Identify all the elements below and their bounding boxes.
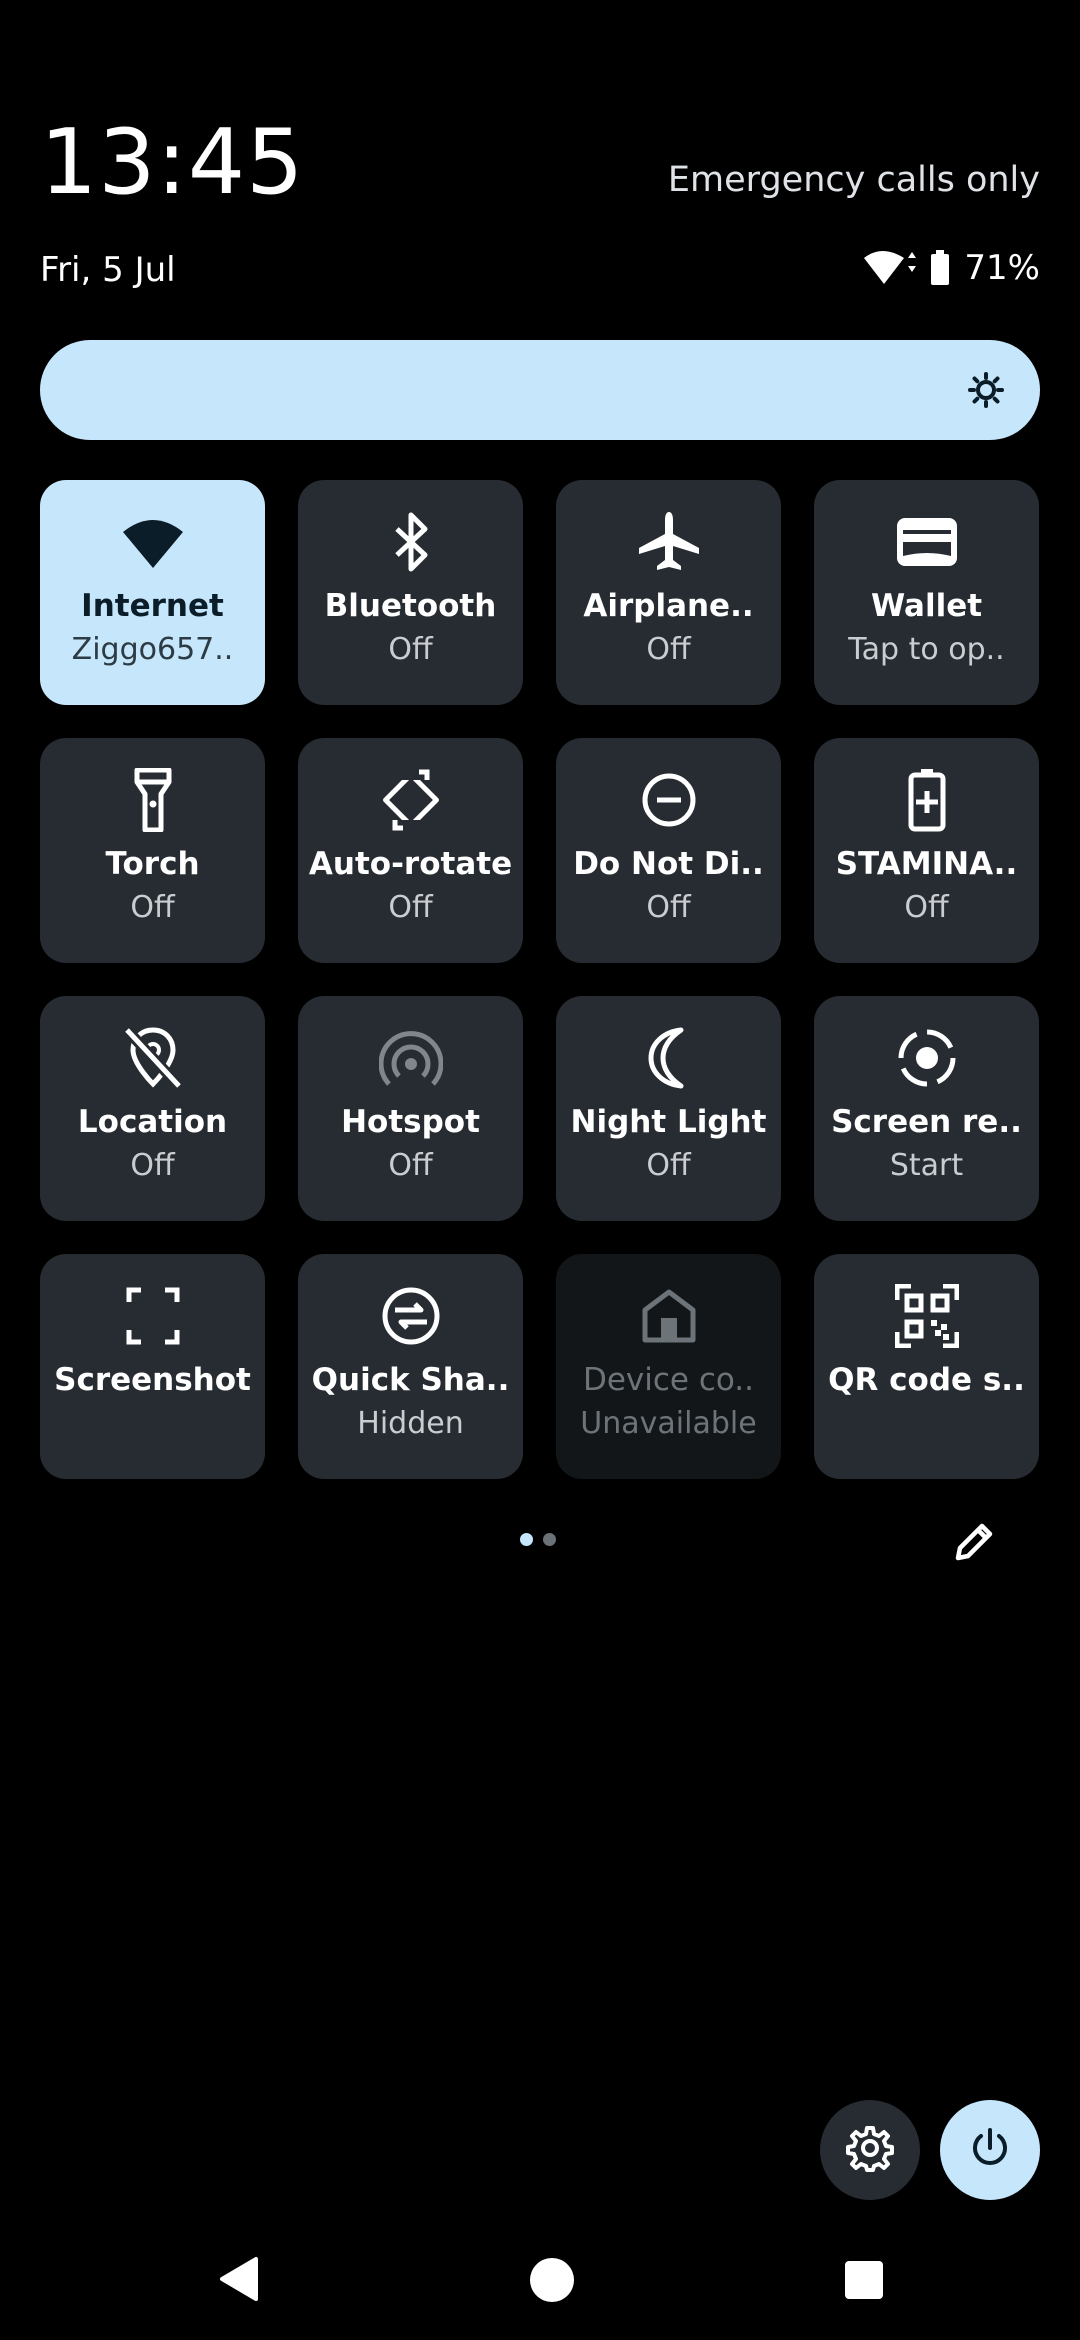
bluetooth-icon xyxy=(377,508,445,576)
carrier-status: Emergency calls only xyxy=(667,160,1040,200)
tile-label: Airplane.. xyxy=(583,588,754,624)
home-button[interactable] xyxy=(530,2258,574,2302)
clock: 13:45 xyxy=(40,110,305,215)
recent-apps-button[interactable] xyxy=(845,2261,883,2299)
tile-screenshot[interactable]: Screenshot xyxy=(40,1254,265,1479)
page-indicator xyxy=(520,1533,556,1546)
back-button[interactable] xyxy=(216,2255,260,2307)
tile-status: Hidden xyxy=(357,1406,464,1441)
tile-torch[interactable]: Torch Off xyxy=(40,738,265,963)
tile-quick-share[interactable]: Quick Sha.. Hidden xyxy=(298,1254,523,1479)
home-icon xyxy=(635,1282,703,1350)
page-dot-active xyxy=(520,1533,533,1546)
wallet-icon xyxy=(893,508,961,576)
tile-wallet[interactable]: Wallet Tap to op.. xyxy=(814,480,1039,705)
tile-qr-code-scanner[interactable]: QR code s.. xyxy=(814,1254,1039,1479)
tile-bluetooth[interactable]: Bluetooth Off xyxy=(298,480,523,705)
power-icon xyxy=(968,2126,1012,2174)
screenshot-icon xyxy=(119,1282,187,1350)
tile-status: Off xyxy=(388,632,433,667)
battery-icon xyxy=(930,250,950,286)
tile-label: QR code s.. xyxy=(828,1362,1025,1398)
tile-status: Off xyxy=(388,890,433,925)
tile-label: Location xyxy=(77,1104,228,1140)
tile-status: Tap to op.. xyxy=(848,632,1005,667)
brightness-slider[interactable] xyxy=(40,340,1040,440)
tile-label: Internet xyxy=(81,588,224,624)
tile-status: Unavailable xyxy=(580,1406,757,1441)
tile-label: Hotspot xyxy=(341,1104,480,1140)
tile-label: Do Not Di.. xyxy=(573,846,764,882)
tile-status: Off xyxy=(646,890,691,925)
tile-label: Bluetooth xyxy=(324,588,497,624)
tile-label: Wallet xyxy=(870,588,983,624)
battery-plus-icon xyxy=(893,766,961,834)
tile-status: Off xyxy=(130,890,175,925)
tile-label: Torch xyxy=(105,846,200,882)
tile-status: Off xyxy=(646,1148,691,1183)
airplane-icon xyxy=(635,508,703,576)
tile-label: Device co.. xyxy=(582,1362,755,1398)
tile-night-light[interactable]: Night Light Off xyxy=(556,996,781,1221)
edit-button[interactable] xyxy=(950,1518,998,1566)
page-dot xyxy=(543,1533,556,1546)
qr-code-icon xyxy=(893,1282,961,1350)
tile-status: Ziggo657.. xyxy=(71,632,234,667)
tile-label: Screen re.. xyxy=(831,1104,1022,1140)
tile-stamina[interactable]: STAMINA.. Off xyxy=(814,738,1039,963)
screen-record-icon xyxy=(893,1024,961,1092)
status-icons: 71% xyxy=(862,248,1040,288)
location-off-icon xyxy=(119,1024,187,1092)
do-not-disturb-icon xyxy=(635,766,703,834)
quick-share-icon xyxy=(377,1282,445,1350)
rotate-icon xyxy=(377,766,445,834)
tile-do-not-disturb[interactable]: Do Not Di.. Off xyxy=(556,738,781,963)
tile-status: Off xyxy=(130,1148,175,1183)
tile-hotspot[interactable]: Hotspot Off xyxy=(298,996,523,1221)
tile-status: Off xyxy=(904,890,949,925)
brightness-icon xyxy=(968,372,1004,408)
tile-internet[interactable]: Internet Ziggo657.. xyxy=(40,480,265,705)
moon-icon xyxy=(635,1024,703,1092)
gear-icon xyxy=(846,2124,894,2176)
tile-location[interactable]: Location Off xyxy=(40,996,265,1221)
tile-airplane[interactable]: Airplane.. Off xyxy=(556,480,781,705)
wifi-icon xyxy=(119,508,187,576)
tile-label: Night Light xyxy=(570,1104,767,1140)
tile-label: Screenshot xyxy=(54,1362,251,1398)
tile-device-controls[interactable]: Device co.. Unavailable xyxy=(556,1254,781,1479)
pencil-icon xyxy=(950,1523,998,1570)
tile-status: Off xyxy=(646,632,691,667)
tile-auto-rotate[interactable]: Auto-rotate Off xyxy=(298,738,523,963)
settings-button[interactable] xyxy=(820,2100,920,2200)
date: Fri, 5 Jul xyxy=(40,250,176,290)
tile-label: Auto-rotate xyxy=(308,846,513,882)
tile-label: STAMINA.. xyxy=(835,846,1018,882)
tile-status: Start xyxy=(889,1148,964,1183)
tile-label: Quick Sha.. xyxy=(311,1362,510,1398)
wifi-status-icon xyxy=(862,248,917,288)
power-button[interactable] xyxy=(940,2100,1040,2200)
hotspot-icon xyxy=(377,1024,445,1092)
tile-screen-record[interactable]: Screen re.. Start xyxy=(814,996,1039,1221)
tile-status: Off xyxy=(388,1148,433,1183)
battery-percent: 71% xyxy=(964,248,1040,288)
torch-icon xyxy=(119,766,187,834)
